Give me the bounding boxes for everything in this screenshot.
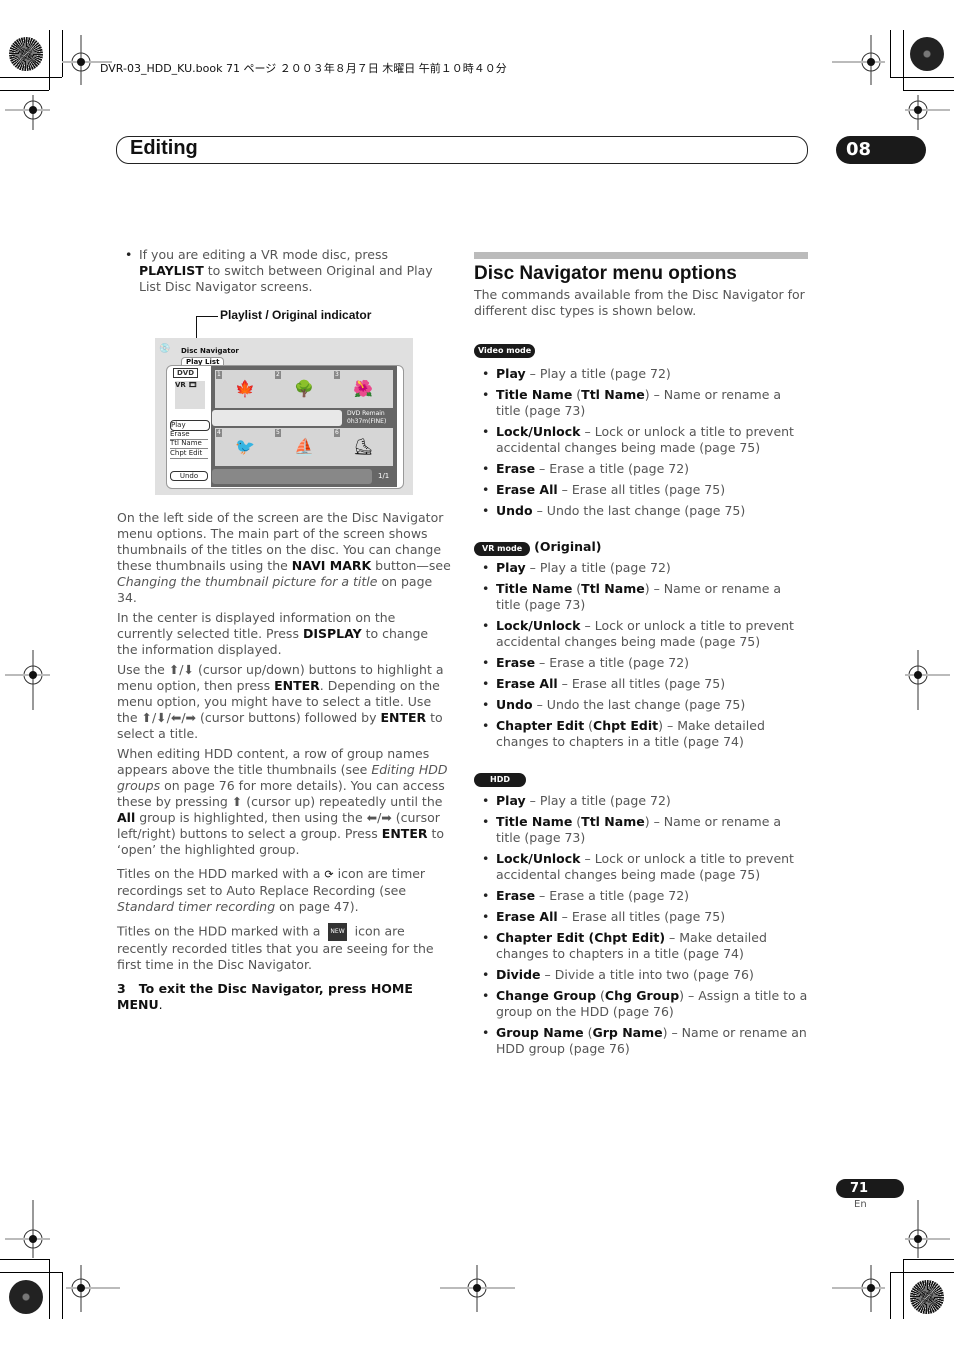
figure-caption: Playlist / Original indicator [220,308,372,322]
auto-replace-icon: ⟳ [324,868,334,881]
status-bar [212,469,372,484]
disc-mode-icon: VR 🎞 [175,381,205,409]
list-item: Erase All – Erase all titles (page 75) [474,482,809,498]
chapter-header-bar [116,136,808,164]
list-item: Play – Play a title (page 72) [474,793,809,809]
chapter-number: 08 [836,136,926,164]
paragraph: Titles on the HDD marked with a ⟳ icon a… [117,866,426,914]
list-item: Chapter Edit (Chpt Edit) – Make detailed… [474,930,809,962]
section-rule [474,252,808,259]
thumbnail-1[interactable]: 1 🍁 [215,370,275,408]
vr-mode-badge: VR mode [474,542,531,556]
page-number: 71 [836,1179,904,1198]
left-body: On the left side of the screen are the D… [117,510,452,1017]
playlist-bullet: If you are editing a VR mode disc, press… [117,247,452,300]
windsurf-icon: ⛵ [294,437,314,456]
page-language: En [854,1199,867,1210]
list-item: Undo – Undo the last change (page 75) [474,697,809,713]
list-item: Lock/Unlock – Lock or unlock a title to … [474,424,809,456]
thumbnail-3[interactable]: 3 🌺 [333,370,393,408]
list-item: Title Name (Ttl Name) – Name or rename a… [474,387,809,419]
list-item: Erase – Erase a title (page 72) [474,888,809,904]
list-item: Title Name (Ttl Name) – Name or rename a… [474,814,809,846]
section-heading: Disc Navigator menu options [474,263,737,284]
thumbnail-4[interactable]: 4 🐦 [215,428,275,466]
menu-chpt-edit[interactable]: Chpt Edit [170,449,208,459]
flower-icon: 🌺 [353,379,373,398]
paragraph: Titles on the HDD marked with a NEW icon… [117,923,434,972]
hdd-badge: HDD [474,773,526,787]
tree-icon: 🌳 [294,379,314,398]
print-header: DVR-03_HDD_KU.book 71 ページ ２００３年８月７日 木曜日 … [100,62,507,75]
list-item: Erase – Erase a title (page 72) [474,461,809,477]
paragraph: When editing HDD content, a row of group… [117,746,448,857]
list-item: Erase All – Erase all titles (page 75) [474,909,809,925]
page-indicator: 1/1 [378,472,390,480]
title-info-box [212,410,342,426]
caption-leader-line [196,316,218,317]
thumbnail-5[interactable]: 5 ⛵ [274,428,334,466]
list-item: Undo – Undo the last change (page 75) [474,503,809,519]
disc-type-label: DVD [173,368,199,378]
list-item: Lock/Unlock – Lock or unlock a title to … [474,618,809,650]
undo-button[interactable]: Undo [170,471,208,481]
disc-navigator-screenshot: 💿 Disc Navigator Play List DVD VR 🎞 Play… [155,338,413,495]
menu-ttl-name[interactable]: Ttl Name [170,439,208,449]
leaf-icon: 🍁 [235,379,255,398]
thumbnail-6[interactable]: 6 ⛸ [333,428,393,466]
paragraph: In the center is displayed information o… [117,610,429,657]
toucan-icon: 🐦 [235,437,255,456]
list-item: Chapter Edit (Chpt Edit) – Make detailed… [474,718,809,750]
list-item: Erase – Erase a title (page 72) [474,655,809,671]
list-item: Play – Play a title (page 72) [474,560,809,576]
thumbnail-2[interactable]: 2 🌳 [274,370,334,408]
section-intro: The commands available from the Disc Nav… [474,287,805,318]
list-item: Divide – Divide a title into two (page 7… [474,967,809,983]
video-mode-badge: Video mode [474,344,536,358]
hdd-section: HDD Play – Play a title (page 72) Title … [474,770,809,1062]
paragraph: On the left side of the screen are the D… [117,510,451,605]
vr-mode-section: VR mode (Original) Play – Play a title (… [474,539,809,755]
screen-title: Disc Navigator [181,347,239,355]
list-item: Erase All – Erase all titles (page 75) [474,676,809,692]
list-item: Group Name (Grp Name) – Name or rename a… [474,1025,809,1057]
step-instruction: 3 To exit the Disc Navigator, press HOME… [117,981,413,1012]
dvd-remain: DVD Remain 0h37m(FINE) [347,410,387,425]
paragraph: Use the ⬆/⬇ (cursor up/down) buttons to … [117,662,444,741]
list-item: Change Group (Chg Group) – Assign a titl… [474,988,809,1020]
list-item: Lock/Unlock – Lock or unlock a title to … [474,851,809,883]
new-icon: NEW [328,923,347,941]
list-item: Title Name (Ttl Name) – Name or rename a… [474,581,809,613]
video-mode-section: Video mode Play – Play a title (page 72)… [474,341,809,524]
thumbnail-grid: 1 🍁 2 🌳 3 🌺 DVD Remain 0h37m(FINE) 4 🐦 5 ⛵ 6 ⛸ … [211,366,397,487]
disc-icon: 💿 [159,344,171,354]
list-item: Play – Play a title (page 72) [474,366,809,382]
chapter-title: Editing [130,137,198,159]
skater-icon: ⛸ [352,437,374,456]
